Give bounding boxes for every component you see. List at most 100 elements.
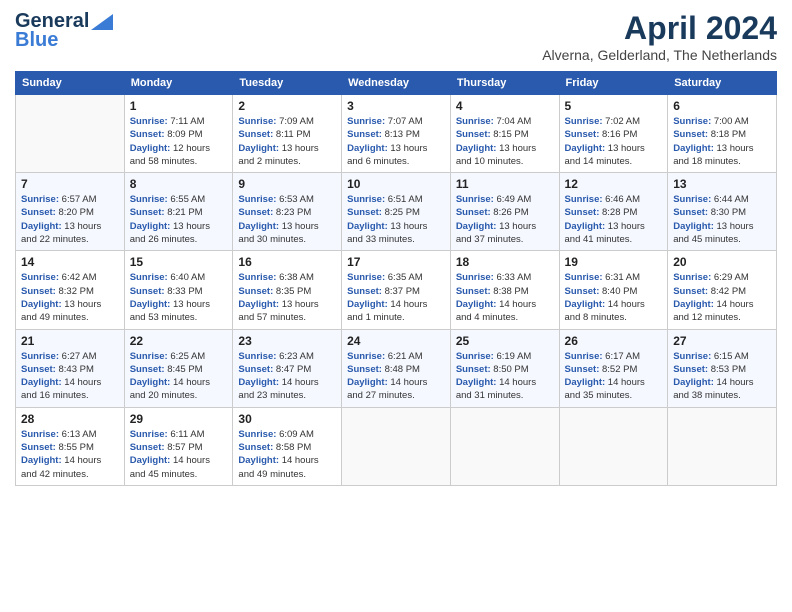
calendar-table: SundayMondayTuesdayWednesdayThursdayFrid… — [15, 71, 777, 486]
day-number: 23 — [238, 334, 336, 348]
day-cell-22: 22 Sunrise: 6:25 AMSunset: 8:45 PMDayligh… — [124, 329, 233, 407]
day-number: 19 — [565, 255, 663, 269]
daylight-label: Daylight: — [238, 455, 281, 466]
day-number: 8 — [130, 177, 228, 191]
day-info: Sunrise: 7:04 AMSunset: 8:15 PMDaylight:… — [456, 115, 554, 168]
day-number: 22 — [130, 334, 228, 348]
sunrise-label: Sunrise: — [130, 194, 171, 205]
week-row-3: 14Sunrise: 6:42 AMSunset: 8:32 PMDayligh… — [16, 251, 777, 329]
sunset-label: Sunset: — [21, 286, 58, 297]
sunrise-label: Sunrise: — [238, 429, 279, 440]
day-info: Sunrise: 6:19 AMSunset: 8:50 PMDaylight:… — [456, 350, 554, 403]
sunrise-label: Sunrise: — [565, 194, 606, 205]
day-number: 9 — [238, 177, 336, 191]
sunrise-label: Sunrise: — [456, 194, 497, 205]
daylight-label: Daylight: — [565, 221, 608, 232]
day-info: Sunrise: 7:07 AMSunset: 8:13 PMDaylight:… — [347, 115, 445, 168]
day-cell-29: 29Sunrise: 6:11 AMSunset: 8:57 PMDayligh… — [124, 407, 233, 485]
day-info: Sunrise: 6:15 AMSunset: 8:53 PMDaylight:… — [673, 350, 771, 403]
sunset-label: Sunset: — [456, 129, 493, 140]
day-number: 25 — [456, 334, 554, 348]
sunset-label: Sunset: — [673, 129, 710, 140]
sunrise-label: Sunrise: — [21, 194, 62, 205]
sunrise-label: Sunrise: — [347, 272, 388, 283]
day-number: 14 — [21, 255, 119, 269]
sunrise-label: Sunrise: — [456, 116, 497, 127]
day-number: 1 — [130, 99, 228, 113]
day-info: Sunrise: 6:35 AMSunset: 8:37 PMDaylight:… — [347, 271, 445, 324]
day-number: 12 — [565, 177, 663, 191]
day-number: 29 — [130, 412, 228, 426]
day-number: 3 — [347, 99, 445, 113]
title-section: April 2024 Alverna, Gelderland, The Neth… — [542, 10, 777, 63]
day-info: Sunrise: 6:31 AMSunset: 8:40 PMDaylight:… — [565, 271, 663, 324]
daylight-label: Daylight: — [673, 377, 716, 388]
day-cell-20: 20Sunrise: 6:29 AMSunset: 8:42 PMDayligh… — [668, 251, 777, 329]
day-info: Sunrise: 6:27 AMSunset: 8:43 PMDaylight:… — [21, 350, 119, 403]
sunrise-label: Sunrise: — [347, 351, 388, 362]
day-info: Sunrise: 6:49 AMSunset: 8:26 PMDaylight:… — [456, 193, 554, 246]
day-info: Sunrise: 7:00 AMSunset: 8:18 PMDaylight:… — [673, 115, 771, 168]
empty-cell — [559, 407, 668, 485]
day-cell-4: 4 Sunrise: 7:04 AMSunset: 8:15 PMDaylight… — [450, 95, 559, 173]
week-row-4: 21Sunrise: 6:27 AMSunset: 8:43 PMDayligh… — [16, 329, 777, 407]
week-row-1: 1Sunrise: 7:11 AMSunset: 8:09 PMDaylight… — [16, 95, 777, 173]
day-cell-6: 6Sunrise: 7:00 AMSunset: 8:18 PMDaylight… — [668, 95, 777, 173]
sunset-label: Sunset: — [673, 364, 710, 375]
daylight-label: Daylight: — [347, 299, 390, 310]
day-number: 2 — [238, 99, 336, 113]
day-info: Sunrise: 6:57 AMSunset: 8:20 PMDaylight:… — [21, 193, 119, 246]
sunrise-label: Sunrise: — [565, 351, 606, 362]
sunrise-label: Sunrise: — [130, 116, 171, 127]
sunrise-label: Sunrise: — [130, 429, 171, 440]
daylight-label: Daylight: — [238, 143, 281, 154]
sunset-label: Sunset: — [347, 129, 384, 140]
daylight-label: Daylight: — [565, 377, 608, 388]
sunrise-label: Sunrise: — [238, 351, 279, 362]
daylight-label: Daylight: — [21, 299, 64, 310]
sunrise-label: Sunrise: — [21, 272, 62, 283]
day-header-tuesday: Tuesday — [233, 72, 342, 95]
sunset-label: Sunset: — [130, 207, 167, 218]
daylight-label: Daylight: — [565, 299, 608, 310]
day-cell-2: 2Sunrise: 7:09 AMSunset: 8:11 PMDaylight… — [233, 95, 342, 173]
empty-cell — [16, 95, 125, 173]
day-cell-30: 30Sunrise: 6:09 AMSunset: 8:58 PMDayligh… — [233, 407, 342, 485]
day-cell-17: 17Sunrise: 6:35 AMSunset: 8:37 PMDayligh… — [342, 251, 451, 329]
empty-cell — [668, 407, 777, 485]
day-number: 4 — [456, 99, 554, 113]
day-info: Sunrise: 6:21 AMSunset: 8:48 PMDaylight:… — [347, 350, 445, 403]
sunset-label: Sunset: — [456, 364, 493, 375]
sunset-label: Sunset: — [21, 207, 58, 218]
daylight-label: Daylight: — [130, 143, 173, 154]
daylight-label: Daylight: — [238, 299, 281, 310]
day-info: Sunrise: 6:25 AMSunset: 8:45 PMDaylight:… — [130, 350, 228, 403]
day-cell-26: 26Sunrise: 6:17 AMSunset: 8:52 PMDayligh… — [559, 329, 668, 407]
day-cell-9: 9 Sunrise: 6:53 AMSunset: 8:23 PMDaylight… — [233, 173, 342, 251]
daylight-label: Daylight: — [456, 221, 499, 232]
day-number: 7 — [21, 177, 119, 191]
location: Alverna, Gelderland, The Netherlands — [542, 47, 777, 63]
sunrise-label: Sunrise: — [21, 351, 62, 362]
day-cell-24: 24Sunrise: 6:21 AMSunset: 8:48 PMDayligh… — [342, 329, 451, 407]
daylight-label: Daylight: — [673, 143, 716, 154]
day-info: Sunrise: 6:53 AMSunset: 8:23 PMDaylight:… — [238, 193, 336, 246]
day-number: 20 — [673, 255, 771, 269]
day-cell-5: 5Sunrise: 7:02 AMSunset: 8:16 PMDaylight… — [559, 95, 668, 173]
sunrise-label: Sunrise: — [673, 351, 714, 362]
sunrise-label: Sunrise: — [673, 272, 714, 283]
day-cell-21: 21Sunrise: 6:27 AMSunset: 8:43 PMDayligh… — [16, 329, 125, 407]
sunset-label: Sunset: — [565, 207, 602, 218]
daylight-label: Daylight: — [130, 455, 173, 466]
day-cell-1: 1Sunrise: 7:11 AMSunset: 8:09 PMDaylight… — [124, 95, 233, 173]
sunrise-label: Sunrise: — [130, 272, 171, 283]
daylight-label: Daylight: — [347, 377, 390, 388]
daylight-label: Daylight: — [130, 299, 173, 310]
daylight-label: Daylight: — [456, 377, 499, 388]
sunset-label: Sunset: — [456, 207, 493, 218]
day-number: 11 — [456, 177, 554, 191]
day-cell-28: 28Sunrise: 6:13 AMSunset: 8:55 PMDayligh… — [16, 407, 125, 485]
daylight-label: Daylight: — [347, 143, 390, 154]
day-number: 30 — [238, 412, 336, 426]
sunrise-label: Sunrise: — [456, 351, 497, 362]
